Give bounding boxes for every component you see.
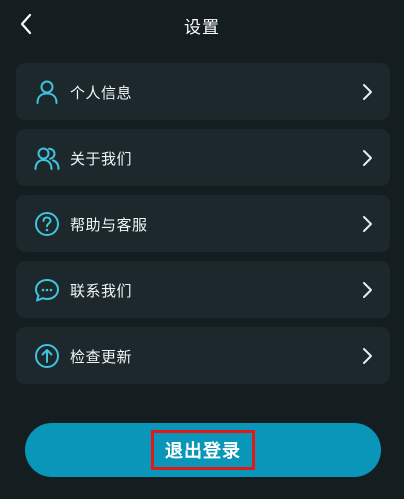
chevron-right-icon — [363, 216, 372, 232]
chevron-right-icon — [363, 84, 372, 100]
logout-button[interactable]: 退出登录 — [25, 423, 381, 477]
user-icon — [36, 80, 58, 104]
chevron-right-icon — [363, 150, 372, 166]
menu-item-profile[interactable]: 个人信息 — [16, 63, 390, 120]
menu-item-label: 关于我们 — [70, 150, 133, 168]
chevron-right-icon — [363, 348, 372, 364]
logout-label: 退出登录 — [151, 430, 255, 470]
header-bar: 设置 — [0, 0, 404, 50]
settings-menu: 个人信息 关于我们 帮助与客服 联系我们 检查更新 — [16, 63, 390, 393]
menu-item-contact[interactable]: 联系我们 — [16, 261, 390, 318]
page-title: 设置 — [184, 18, 220, 38]
chevron-right-icon — [363, 282, 372, 298]
chat-bubble-icon — [35, 279, 59, 302]
menu-item-label: 联系我们 — [70, 282, 133, 300]
arrow-up-circle-icon — [35, 344, 59, 368]
menu-item-about[interactable]: 关于我们 — [16, 129, 390, 186]
help-circle-icon — [35, 212, 59, 236]
users-icon — [34, 147, 60, 170]
menu-item-help[interactable]: 帮助与客服 — [16, 195, 390, 252]
menu-item-check-update[interactable]: 检查更新 — [16, 327, 390, 384]
menu-item-label: 帮助与客服 — [70, 216, 148, 234]
menu-item-label: 个人信息 — [70, 84, 133, 102]
menu-item-label: 检查更新 — [70, 348, 133, 366]
